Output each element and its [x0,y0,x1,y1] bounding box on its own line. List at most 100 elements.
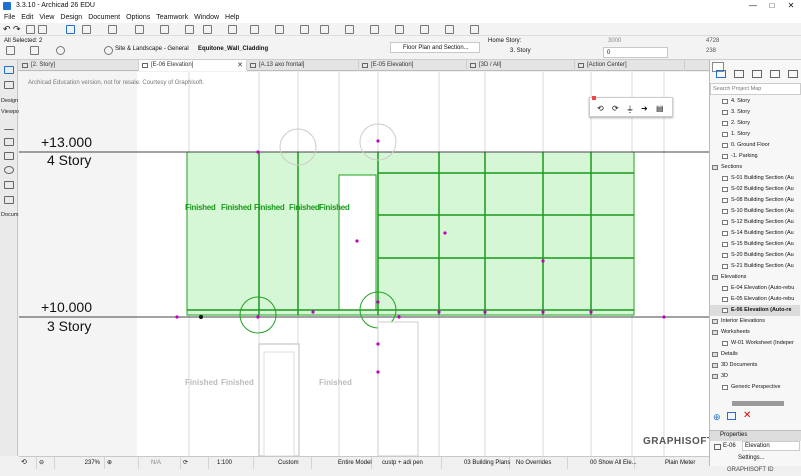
tree-item[interactable]: 3. Story [710,107,800,118]
tree-item[interactable]: E-04 Elevation (Auto-rebu [710,283,800,294]
tree-item[interactable]: S-12 Building Section (Au [710,217,800,228]
tree-item[interactable]: 4. Story [710,96,800,107]
dimension-standard[interactable]: Plain Meter [635,457,709,469]
undo-icon[interactable]: ↶ [3,25,12,34]
tree-item[interactable]: S-08 Building Section (Au [710,195,800,206]
toolbox-document-label[interactable]: Docum [1,212,18,218]
graphisoft-id[interactable]: GRAPHISOFT ID [727,467,774,473]
tree-folder[interactable]: Elevations [710,272,800,283]
marker-tool-icon[interactable] [4,152,14,160]
suspend-groups-icon[interactable] [185,25,194,34]
tree-folder[interactable]: Worksheets [710,327,800,338]
new-folder-icon[interactable] [727,412,736,420]
maximize-button[interactable]: □ [762,0,782,12]
worksheet-icon[interactable] [420,25,429,34]
layer-combo[interactable]: Site & Landscape - General [115,46,189,52]
pointer-icon[interactable] [66,25,75,34]
minimize-button[interactable]: — [743,0,763,12]
zoom-level[interactable]: 237% [55,457,105,469]
guide-line-icon[interactable] [160,25,169,34]
offset-bottom-field[interactable]: 0 [603,47,668,58]
properties-name-field[interactable]: Elevation [742,441,800,451]
tree-item[interactable]: S-21 Building Section (Au [710,261,800,272]
project-map-icon[interactable] [716,70,726,78]
save-icon[interactable] [38,25,47,34]
renovation-filter[interactable]: 00 Show All Ele... [568,457,637,469]
close-window-button[interactable]: ✕ [781,0,801,12]
camera-tool-icon[interactable] [4,181,14,189]
magic-wand-icon[interactable] [108,25,117,34]
delete-icon[interactable]: ✕ [743,410,751,421]
menu-view[interactable]: View [36,12,57,23]
menu-edit[interactable]: Edit [18,12,36,23]
tree-item[interactable]: -1. Parking [710,151,800,162]
elevation-icon[interactable] [370,25,379,34]
menu-file[interactable]: File [0,12,18,23]
arrow-tool-icon[interactable] [6,46,15,55]
graphic-overrides[interactable]: No Overrides [510,457,568,469]
search-project-map[interactable]: Search Project Map [710,83,801,95]
snap-icon[interactable] [135,25,144,34]
settings-button[interactable]: Settings... [738,455,765,461]
tree-folder[interactable]: 3D [710,371,800,382]
organizer-icon[interactable] [788,70,798,78]
tree-folder[interactable]: Sections [710,162,800,173]
menu-window[interactable]: Window [191,12,222,23]
tree-item[interactable]: E-06 Elevation (Auto-re [710,305,800,316]
model-filter[interactable]: Entire Model [312,457,372,469]
tab-3d-all[interactable]: [3D / All] [467,60,575,71]
tree-item[interactable]: S-15 Building Section (Au [710,239,800,250]
tree-item[interactable]: E-05 Elevation (Auto-rebu [710,294,800,305]
menu-options[interactable]: Options [123,12,153,23]
home-story-value[interactable]: 3. Story [510,48,531,54]
grid-icon[interactable] [275,25,284,34]
tree-item[interactable]: S-10 Building Section (Au [710,206,800,217]
tree-item[interactable]: 2. Story [710,118,800,129]
layout-book-icon[interactable] [752,70,762,78]
marquee-icon[interactable] [82,25,91,34]
menu-design[interactable]: Design [57,12,85,23]
element-name[interactable]: Equitone_Wall_Cladding [198,46,268,52]
plug-icon[interactable]: ⏚ [626,104,634,115]
properties-header[interactable]: Properties [710,430,801,441]
tree-folder[interactable]: Details [710,349,800,360]
section-tool-icon[interactable] [4,196,14,204]
add-view-icon[interactable]: ⊕ [713,412,721,423]
view-combo[interactable]: Floor Plan and Section... [390,42,480,53]
layer-combination[interactable]: 03 Building Plans [442,457,510,469]
pen-set[interactable]: custp + adi pen [372,457,442,469]
rotation-angle[interactable]: N/A [139,457,181,469]
zoom-in-icon[interactable]: ⊕ [105,457,139,469]
detail-icon[interactable] [395,25,404,34]
text-tool-icon[interactable] [4,138,14,146]
tree-item[interactable]: S-20 Building Section (Au [710,250,800,261]
toolbox-design-label[interactable]: Design [1,98,18,104]
section-icon[interactable] [345,25,354,34]
close-tab-icon[interactable]: ✕ [237,60,243,71]
tab-e06-elevation[interactable]: [E-06 Elevation] ✕ [139,60,247,71]
tree-item[interactable]: 0. Ground Floor [710,140,800,151]
tree-folder[interactable]: Interior Elevations [710,316,800,327]
export-icon[interactable]: ➜ [641,104,648,113]
tree-item[interactable]: W-01 Worksheet (Indeper [710,338,800,349]
tab-e05-elevation[interactable]: [E-05 Elevation] [359,60,467,71]
3d-window-icon[interactable] [250,25,259,34]
zoom-out-icon[interactable]: ⊖ [37,457,55,469]
arrow-tool-icon[interactable] [4,66,14,74]
rotate-icon[interactable] [56,46,65,55]
layer-visible-icon[interactable] [104,46,113,55]
view-map-icon[interactable] [734,70,744,78]
redo-icon[interactable]: ↷ [13,25,22,34]
tab-a13-axo-frontal[interactable]: [A.13 axo frontal] [247,60,359,71]
document-icon[interactable]: ▤ [656,104,664,113]
menu-teamwork[interactable]: Teamwork [153,12,191,23]
menu-help[interactable]: Help [222,12,242,23]
grid-tool-icon[interactable] [4,166,14,174]
trace-icon[interactable] [203,25,212,34]
tab-2-story[interactable]: [2. Story] [19,60,139,71]
tree-scrollbar[interactable] [732,401,784,406]
elevation-canvas[interactable]: Archicad Education version, not for resa… [19,72,709,456]
tree-item[interactable]: Generic Perspective [710,382,800,393]
publisher-icon[interactable] [770,70,780,78]
marquee-tool-icon[interactable] [30,46,39,55]
